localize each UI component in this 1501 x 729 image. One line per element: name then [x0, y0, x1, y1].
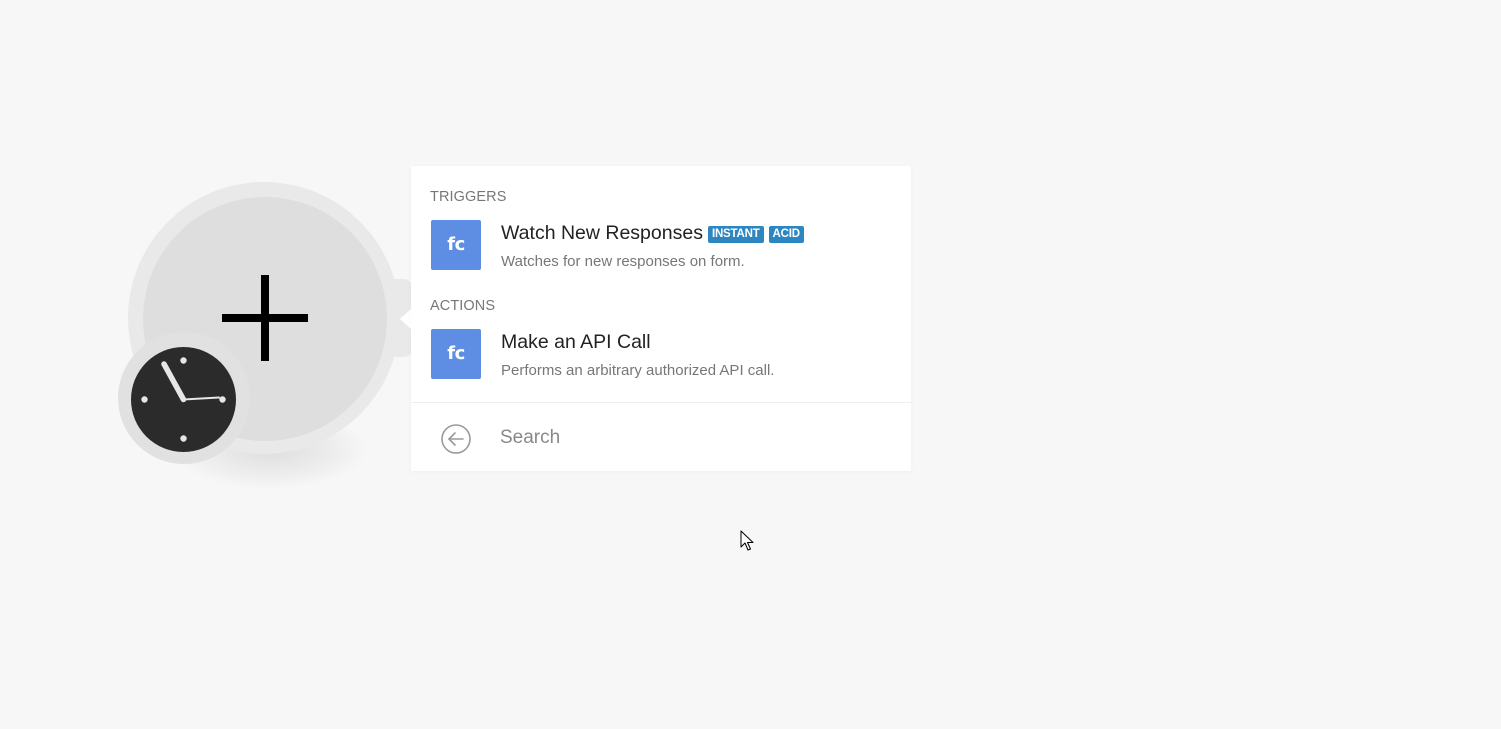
menu-item-description: Performs an arbitrary authorized API cal…: [501, 362, 775, 379]
search-divider: [411, 402, 911, 403]
mouse-cursor-icon: [740, 530, 754, 551]
menu-item-description: Watches for new responses on form.: [501, 253, 745, 270]
clock-icon[interactable]: [131, 347, 236, 452]
menu-item-title-text: Watch New Responses: [501, 222, 703, 244]
back-arrow-icon[interactable]: [440, 423, 472, 455]
actions-header: ACTIONS: [430, 298, 496, 314]
menu-item-make-api-call[interactable]: fc Make an API Call Performs an arbitrar…: [411, 329, 911, 389]
popup-pointer: [400, 309, 411, 329]
menu-item-watch-new-responses[interactable]: fc Watch New Responses INSTANT ACID Watc…: [411, 220, 911, 280]
module-picker-popup: TRIGGERS fc Watch New Responses INSTANT …: [411, 166, 911, 471]
menu-item-title: Watch New Responses INSTANT ACID: [501, 222, 804, 245]
menu-item-title: Make an API Call: [501, 331, 651, 354]
triggers-header: TRIGGERS: [430, 189, 507, 205]
formcrafts-app-icon: fc: [431, 329, 481, 379]
menu-item-title-text: Make an API Call: [501, 331, 651, 353]
search-input[interactable]: [498, 422, 882, 454]
acid-badge: ACID: [768, 226, 804, 243]
formcrafts-app-icon: fc: [431, 220, 481, 270]
instant-badge: INSTANT: [707, 226, 764, 243]
